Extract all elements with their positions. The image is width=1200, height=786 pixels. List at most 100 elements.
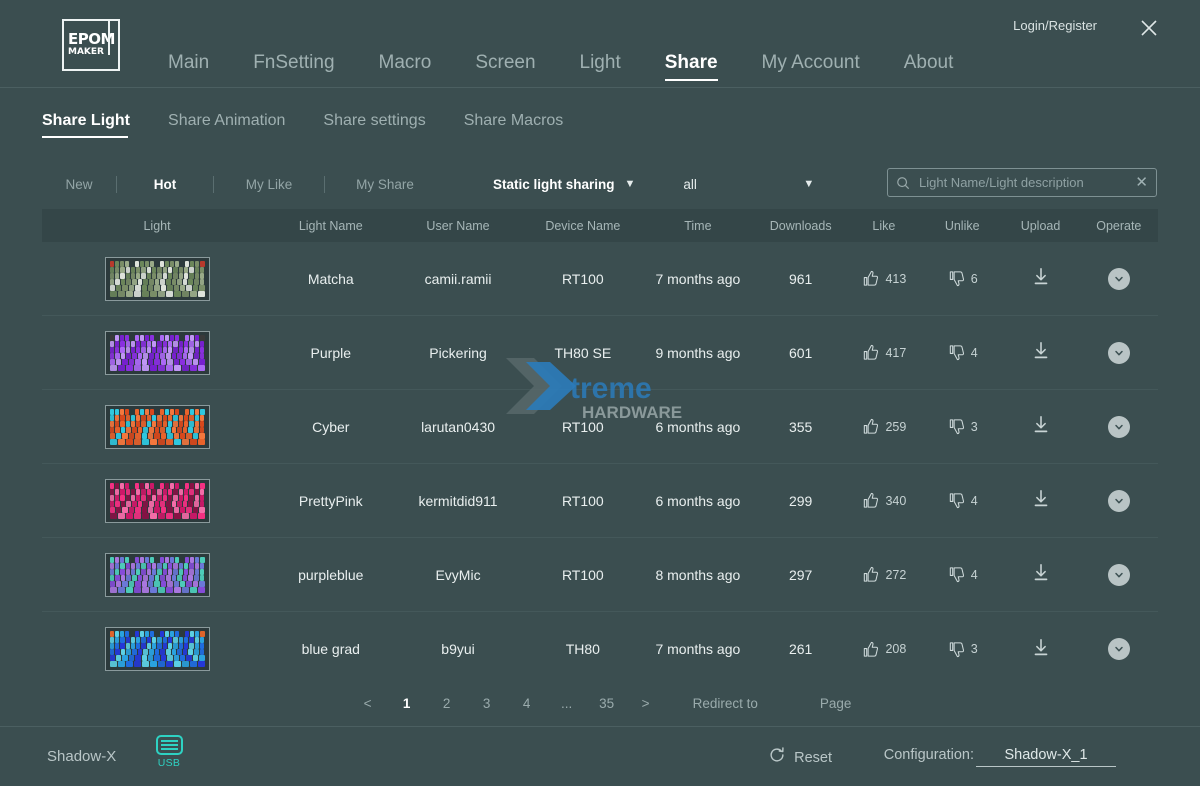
thumbnail-key — [149, 353, 154, 359]
thumbnail-key — [115, 415, 119, 421]
login-register-link[interactable]: Login/Register — [1013, 18, 1097, 33]
light-preview-thumbnail[interactable] — [105, 257, 210, 301]
light-preview-thumbnail[interactable] — [105, 331, 210, 375]
thumbnail-key — [160, 483, 164, 489]
tab-share-settings[interactable]: Share settings — [323, 112, 425, 141]
chevron-down-circle-icon[interactable] — [1108, 268, 1130, 290]
thumbnail-key — [179, 569, 183, 575]
chevron-down-circle-icon[interactable] — [1108, 416, 1130, 438]
configuration-input[interactable]: Shadow-X_1 — [976, 746, 1116, 767]
close-icon[interactable] — [1134, 13, 1164, 43]
nav-item-light[interactable]: Light — [580, 52, 621, 87]
filter-my-share[interactable]: My Share — [325, 177, 445, 192]
thumbnail-key — [118, 365, 125, 371]
thumbnail-key — [158, 365, 165, 371]
cell-unlike[interactable]: 3 — [923, 640, 1001, 659]
light-preview-thumbnail[interactable] — [105, 405, 210, 449]
nav-item-screen[interactable]: Screen — [475, 52, 535, 87]
download-icon[interactable] — [1030, 340, 1052, 365]
pagination-next[interactable]: > — [627, 696, 665, 711]
download-icon[interactable] — [1030, 562, 1052, 587]
thumbnail-key — [179, 495, 183, 501]
thumbnail-key — [122, 285, 127, 291]
download-icon[interactable] — [1030, 637, 1052, 662]
nav-item-fnsetting[interactable]: FnSetting — [253, 52, 334, 87]
cell-unlike[interactable]: 4 — [923, 343, 1001, 362]
cell-unlike[interactable]: 4 — [923, 565, 1001, 584]
thumbnail-key — [166, 365, 173, 371]
chevron-down-circle-icon[interactable] — [1108, 342, 1130, 364]
scope-select-value: all — [683, 177, 793, 192]
tab-share-macros[interactable]: Share Macros — [464, 112, 564, 141]
connection-status[interactable]: USB — [150, 735, 188, 769]
thumbnail-key — [157, 273, 161, 279]
light-preview-thumbnail[interactable] — [105, 553, 210, 597]
cell-operate — [1080, 564, 1158, 586]
tab-share-animation[interactable]: Share Animation — [168, 112, 285, 141]
thumbnail-key — [150, 439, 157, 445]
thumbnail-key — [173, 415, 177, 421]
search-box[interactable]: ✕ — [887, 168, 1157, 197]
pagination-page-2[interactable]: 2 — [427, 696, 467, 711]
thumbnail-key — [184, 569, 188, 575]
light-preview-thumbnail[interactable] — [105, 627, 210, 671]
search-input[interactable] — [917, 174, 1129, 191]
filter-hot[interactable]: Hot — [117, 177, 213, 192]
thumbnail-key — [180, 507, 185, 513]
pagination-prev[interactable]: < — [349, 696, 387, 711]
download-icon[interactable] — [1030, 488, 1052, 513]
chevron-down-circle-icon[interactable] — [1108, 638, 1130, 660]
cell-unlike[interactable]: 4 — [923, 491, 1001, 510]
thumbnail-key — [177, 279, 182, 285]
chevron-down-circle-icon[interactable] — [1108, 490, 1130, 512]
cell-like[interactable]: 340 — [845, 491, 923, 510]
cell-like[interactable]: 272 — [845, 565, 923, 584]
pagination-page-35[interactable]: 35 — [587, 696, 627, 711]
clear-icon[interactable]: ✕ — [1135, 175, 1148, 190]
pagination-page-3[interactable]: 3 — [467, 696, 507, 711]
nav-item-about[interactable]: About — [904, 52, 954, 87]
chevron-down-circle-icon[interactable] — [1108, 564, 1130, 586]
cell-like[interactable]: 259 — [845, 417, 923, 436]
cell-like[interactable]: 417 — [845, 343, 923, 362]
thumbnail-key — [200, 347, 204, 353]
cell-like[interactable]: 413 — [845, 269, 923, 288]
filter-new[interactable]: New — [42, 177, 116, 192]
thumbnail-key — [195, 347, 199, 353]
thumbnail-key — [115, 427, 120, 433]
pagination-page-1[interactable]: 1 — [387, 696, 427, 711]
thumbnail-key — [148, 507, 153, 513]
thumbnail-key — [150, 291, 157, 297]
thumbnail-key — [168, 341, 172, 347]
pagination-page-4[interactable]: 4 — [507, 696, 547, 711]
cell-like[interactable]: 208 — [845, 640, 923, 659]
thumbnail-key — [166, 439, 173, 445]
download-icon[interactable] — [1030, 414, 1052, 439]
light-preview-thumbnail[interactable] — [105, 479, 210, 523]
scope-select[interactable]: all ▼ — [683, 177, 814, 192]
nav-item-my-account[interactable]: My Account — [762, 52, 860, 87]
reset-button[interactable]: Reset — [768, 746, 832, 769]
thumbnail-key — [195, 335, 199, 341]
nav-item-macro[interactable]: Macro — [379, 52, 432, 87]
nav-item-main[interactable]: Main — [168, 52, 209, 87]
share-type-select[interactable]: Static light sharing ▼ — [493, 177, 635, 192]
thumbnail-key — [122, 433, 127, 439]
download-icon[interactable] — [1030, 266, 1052, 291]
filter-my-like[interactable]: My Like — [214, 177, 324, 192]
thumbnail-key — [131, 495, 135, 501]
thumbnail-key — [126, 575, 131, 581]
cell-unlike[interactable]: 3 — [923, 417, 1001, 436]
thumbnail-key — [184, 489, 188, 495]
thumbnail-key — [173, 495, 177, 501]
thumbnail-key — [141, 563, 145, 569]
thumbnail-key — [150, 409, 154, 415]
thumbnail-key — [126, 513, 133, 519]
thumbnail-key — [149, 427, 154, 433]
thumbnail-key — [116, 507, 121, 513]
tab-share-light[interactable]: Share Light — [42, 112, 130, 141]
thumbnail-key — [152, 421, 156, 427]
nav-item-share[interactable]: Share — [665, 52, 718, 87]
cell-device-name: RT100 — [527, 419, 640, 435]
cell-unlike[interactable]: 6 — [923, 269, 1001, 288]
